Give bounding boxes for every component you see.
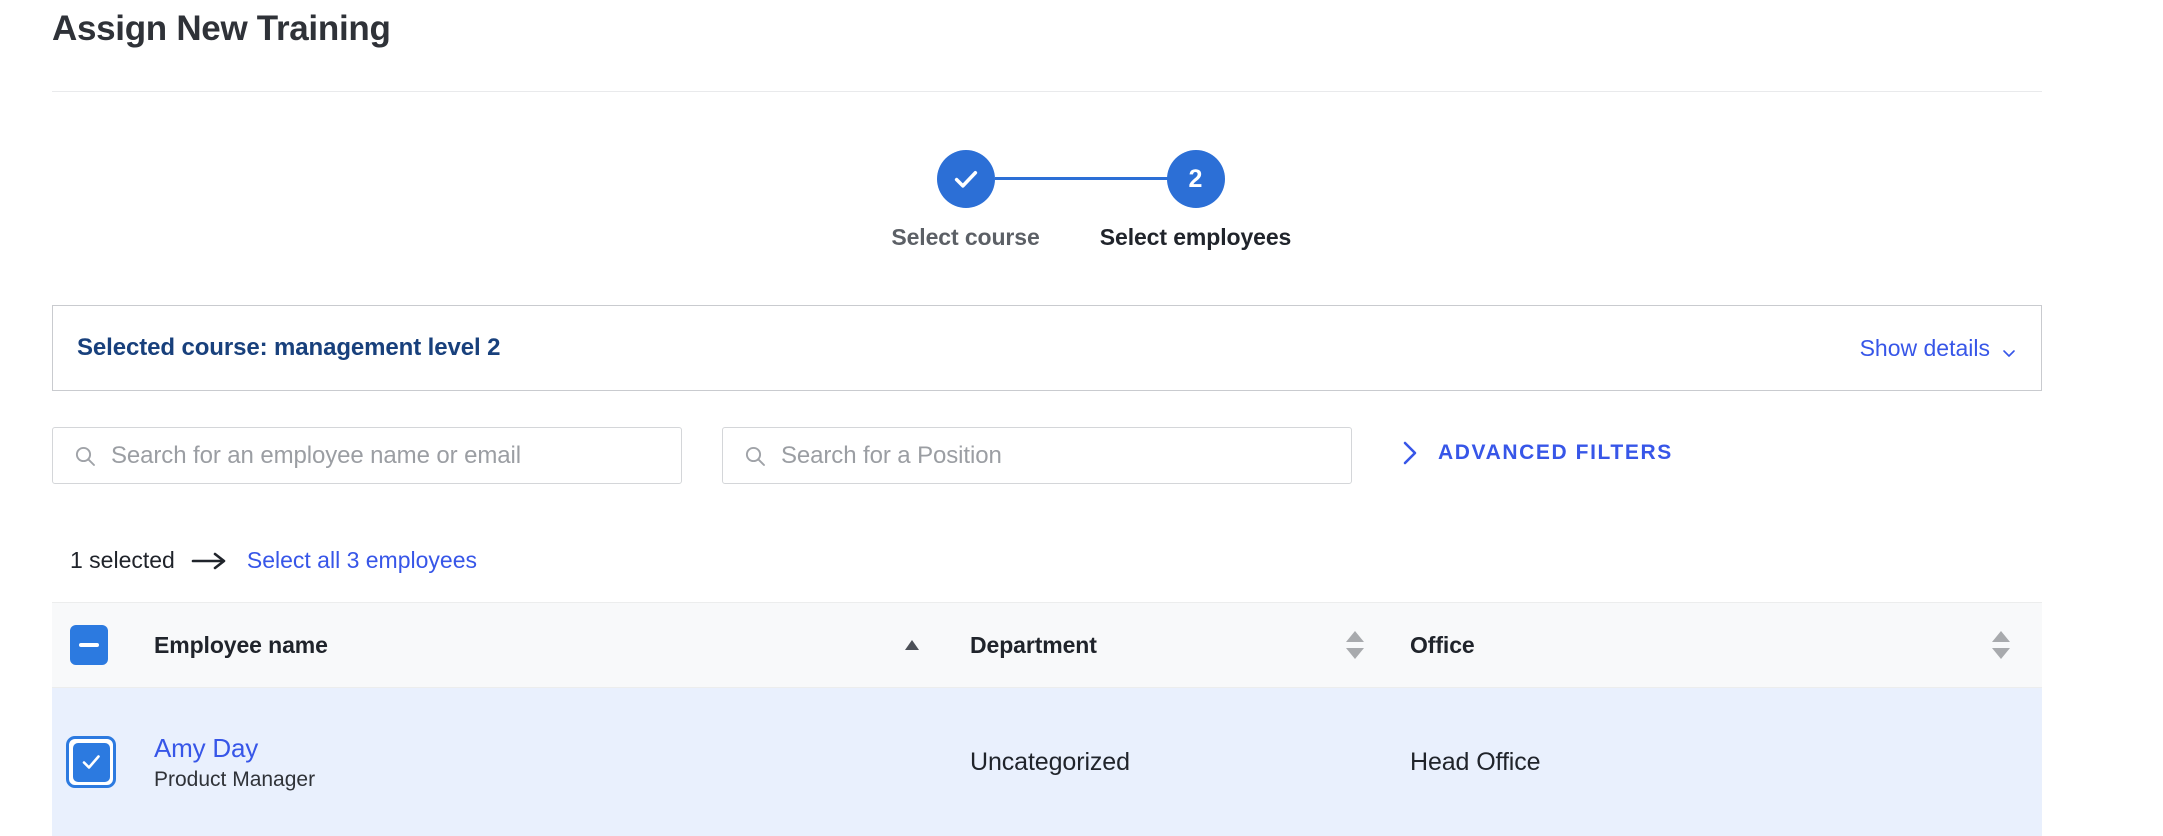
stepper-step-1-label: Select course (891, 224, 1040, 250)
chevron-right-icon (1400, 439, 1420, 467)
position-search-box[interactable]: Search for a Position (722, 427, 1352, 484)
stepper-step-select-employees[interactable]: 2 Select employees (1081, 150, 1311, 251)
search-icon (73, 444, 97, 468)
stepper-step-2-number: 2 (1188, 164, 1203, 193)
title-divider (52, 91, 2042, 92)
sort-none-icon[interactable] (1990, 630, 2012, 660)
table-header-row: Employee name Department Office (52, 602, 2042, 688)
arrow-right-icon (191, 551, 231, 571)
selected-count-label: 1 selected (70, 547, 175, 573)
page-title: Assign New Training (52, 9, 391, 48)
show-details-toggle[interactable]: Show details (1860, 335, 2017, 362)
row-employee-cell: Amy Day Product Manager (118, 733, 952, 792)
selection-summary: 1 selected Select all 3 employees (70, 547, 477, 574)
table-row[interactable]: Amy Day Product Manager Uncategorized He… (52, 688, 2042, 836)
employee-position-label: Product Manager (154, 767, 316, 791)
wizard-stepper: Select course 2 Select employees (0, 150, 2163, 251)
checkbox-indeterminate-icon[interactable] (70, 625, 108, 665)
advanced-filters-label: ADVANCED FILTERS (1438, 440, 1673, 464)
employee-name-link[interactable]: Amy Day (154, 733, 315, 763)
position-search-input[interactable]: Search for a Position (781, 442, 1002, 470)
check-icon (951, 164, 981, 194)
department-value: Uncategorized (970, 747, 1130, 776)
employee-search-box[interactable]: Search for an employee name or email (52, 427, 682, 484)
selected-course-title: Selected course: management level 2 (77, 334, 501, 361)
stepper-step-select-course[interactable]: Select course (851, 150, 1081, 251)
select-all-employees-link[interactable]: Select all 3 employees (247, 547, 477, 574)
column-header-label: Employee name (154, 631, 328, 658)
employees-table: Employee name Department Office Amy Day … (52, 602, 2042, 836)
sort-ascending-icon[interactable] (902, 638, 922, 652)
stepper-step-2-circle: 2 (1166, 150, 1225, 208)
table-header-department[interactable]: Department (952, 630, 1392, 660)
row-office-cell: Head Office (1392, 748, 2042, 777)
column-header-label: Office (1410, 631, 1475, 658)
checkbox-focus-ring (66, 736, 116, 788)
row-department-cell: Uncategorized (952, 748, 1392, 777)
checkbox-checked-icon[interactable] (72, 742, 110, 782)
stepper-step-2-label: Select employees (1099, 224, 1292, 250)
table-header-office[interactable]: Office (1392, 630, 2042, 660)
search-icon (743, 444, 767, 468)
advanced-filters-button[interactable]: ADVANCED FILTERS (1400, 439, 1673, 467)
employee-search-input[interactable]: Search for an employee name or email (111, 442, 521, 470)
assign-new-training-page: Assign New Training Select course 2 Sele… (0, 0, 2163, 836)
stepper-step-1-circle (936, 150, 995, 208)
row-checkbox-cell[interactable] (52, 736, 118, 788)
sort-none-icon[interactable] (1344, 630, 1366, 660)
show-details-label: Show details (1859, 334, 1990, 361)
office-value: Head Office (1410, 747, 1541, 776)
selected-course-banner: Selected course: management level 2 Show… (52, 305, 2042, 391)
column-header-label: Department (970, 631, 1097, 658)
chevron-down-icon (2001, 340, 2017, 357)
filters-row: Search for an employee name or email Sea… (52, 427, 2042, 484)
table-header-employee-name[interactable]: Employee name (118, 632, 952, 659)
checkbox-dash (79, 643, 99, 647)
header-checkbox-cell[interactable] (52, 625, 118, 665)
